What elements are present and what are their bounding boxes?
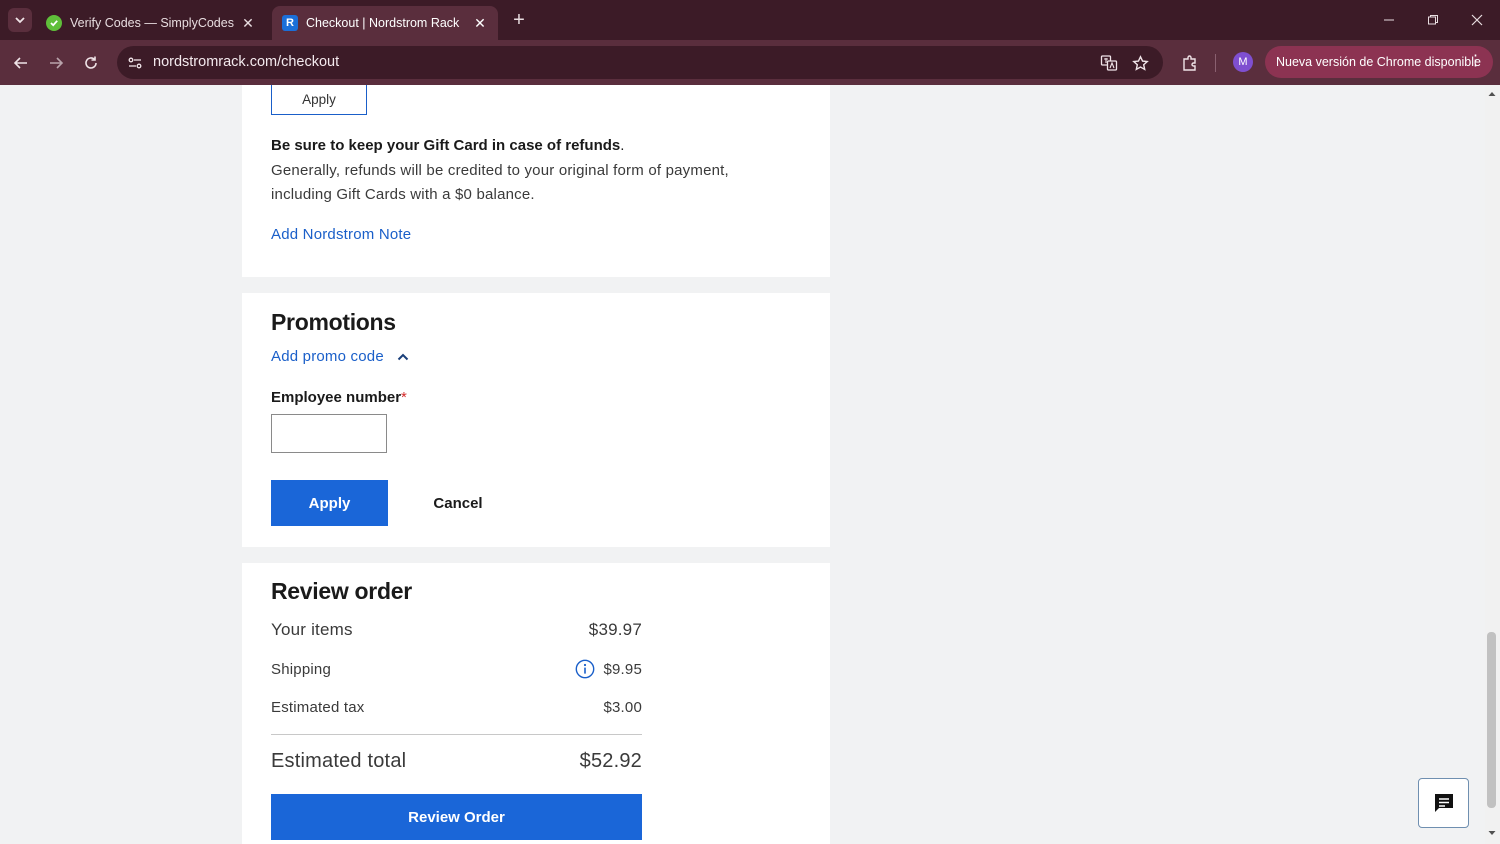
- employee-number-input[interactable]: [271, 414, 387, 453]
- tab-title: Verify Codes — SimplyCodes: [70, 16, 234, 30]
- more-menu-icon[interactable]: ⋮: [1468, 53, 1483, 69]
- chat-button[interactable]: [1418, 778, 1469, 828]
- total-divider: [271, 734, 642, 735]
- tab-search-button[interactable]: [8, 8, 32, 32]
- shipping-row: Shipping $9.95: [271, 658, 642, 680]
- site-settings-icon[interactable]: [125, 53, 145, 73]
- close-tab-icon[interactable]: ✕: [240, 15, 256, 32]
- close-tab-icon[interactable]: ✕: [472, 15, 488, 32]
- bookmark-star-icon[interactable]: [1130, 53, 1150, 73]
- address-bar[interactable]: nordstromrack.com/checkout: [117, 46, 1163, 79]
- url-text[interactable]: nordstromrack.com/checkout: [153, 54, 339, 70]
- tab-simplycodes[interactable]: Verify Codes — SimplyCodes ✕: [36, 6, 266, 40]
- back-arrow-icon[interactable]: [8, 50, 34, 76]
- scroll-up-arrow-icon[interactable]: [1487, 89, 1497, 99]
- gift-card-notice-text: Generally, refunds will be credited to y…: [271, 162, 729, 203]
- tab-title: Checkout | Nordstrom Rack: [306, 16, 460, 30]
- promo-cancel-button[interactable]: Cancel: [420, 480, 496, 526]
- employee-number-label: Employee number*: [271, 389, 407, 406]
- chrome-update-button[interactable]: Nueva versión de Chrome disponible ⋮: [1265, 46, 1493, 78]
- reload-icon[interactable]: [78, 50, 104, 76]
- review-order-button[interactable]: Review Order: [271, 794, 642, 840]
- shipping-label: Shipping: [271, 660, 331, 678]
- shipping-value: $9.95: [603, 660, 642, 678]
- add-promo-code-label: Add promo code: [271, 348, 384, 365]
- new-tab-plus-icon[interactable]: +: [508, 9, 530, 31]
- total-value: $52.92: [579, 749, 642, 772]
- close-window-icon[interactable]: [1455, 0, 1499, 40]
- scroll-down-arrow-icon[interactable]: [1487, 828, 1497, 838]
- total-label: Estimated total: [271, 749, 407, 772]
- add-nordstrom-note-link[interactable]: Add Nordstrom Note: [271, 226, 411, 243]
- items-label: Your items: [271, 620, 353, 639]
- info-icon[interactable]: [575, 659, 595, 679]
- browser-toolbar: nordstromrack.com/checkout M Nueva versi…: [0, 40, 1500, 85]
- extensions-puzzle-icon[interactable]: [1178, 51, 1202, 75]
- toolbar-separator: [1215, 54, 1216, 72]
- restore-window-icon[interactable]: [1411, 0, 1455, 40]
- forward-arrow-icon[interactable]: [43, 50, 69, 76]
- scrollbar-thumb[interactable]: [1487, 632, 1496, 808]
- tax-value: $3.00: [603, 698, 642, 716]
- chat-bubble-icon: [1434, 794, 1453, 812]
- promotions-section: Promotions Add promo code Employee numbe…: [242, 293, 830, 547]
- gift-card-apply-button[interactable]: Apply: [271, 85, 367, 115]
- simplycodes-favicon-icon: [46, 15, 62, 31]
- review-order-section: Review order Your items $39.97 Shipping …: [242, 563, 830, 844]
- chevron-down-icon: [15, 17, 25, 24]
- nordstrom-rack-favicon-icon: R: [282, 15, 298, 31]
- tab-strip: Verify Codes — SimplyCodes ✕ R Checkout …: [0, 0, 1500, 40]
- profile-avatar[interactable]: M: [1233, 52, 1253, 72]
- payment-section: Apply Be sure to keep your Gift Card in …: [242, 85, 830, 277]
- add-promo-code-toggle[interactable]: Add promo code: [271, 348, 410, 365]
- items-row: Your items $39.97: [271, 619, 642, 641]
- chevron-up-icon: [396, 350, 410, 364]
- update-label: Nueva versión de Chrome disponible: [1276, 55, 1481, 69]
- review-order-title: Review order: [271, 578, 412, 604]
- total-row: Estimated total $52.92: [271, 748, 642, 774]
- promotions-title: Promotions: [271, 309, 396, 335]
- gift-card-notice-heading: Be sure to keep your Gift Card in case o…: [271, 137, 625, 154]
- tab-nordstrom-checkout[interactable]: R Checkout | Nordstrom Rack ✕: [272, 6, 498, 40]
- tax-label: Estimated tax: [271, 698, 365, 716]
- promo-apply-button[interactable]: Apply: [271, 480, 388, 526]
- minimize-window-icon[interactable]: [1367, 0, 1411, 40]
- items-value: $39.97: [588, 620, 642, 639]
- page-viewport: Apply Be sure to keep your Gift Card in …: [0, 85, 1500, 844]
- translate-icon[interactable]: [1099, 53, 1119, 73]
- required-asterisk: *: [401, 389, 407, 406]
- tax-row: Estimated tax $3.00: [271, 696, 642, 718]
